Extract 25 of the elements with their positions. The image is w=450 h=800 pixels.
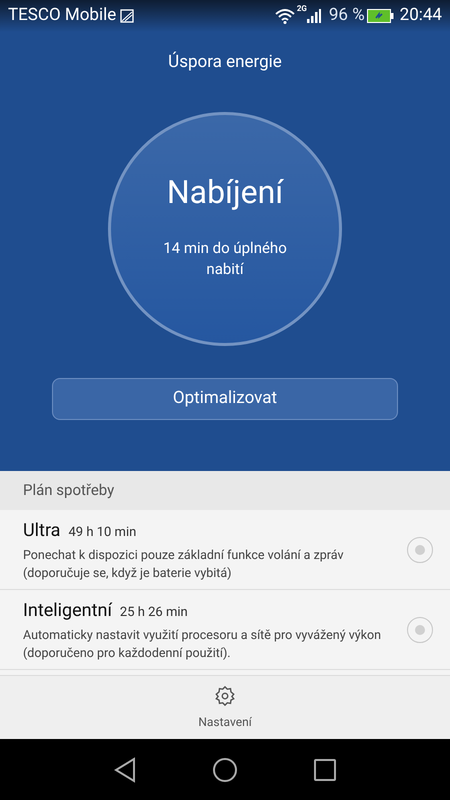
recent-apps-icon[interactable] <box>314 758 336 780</box>
back-icon[interactable] <box>114 756 136 782</box>
network-type: 2G <box>296 3 307 15</box>
status-heading: Nabíjení <box>166 172 284 212</box>
optimize-button[interactable]: Optimalizovat <box>52 378 398 420</box>
image-icon <box>120 9 134 23</box>
radio-button[interactable] <box>407 536 433 562</box>
status-subtitle: 14 min do úplného nabití <box>162 238 288 280</box>
plan-duration: 25 h 26 min <box>120 604 188 622</box>
plan-name: Ultra <box>23 518 60 542</box>
charging-battery-icon <box>366 9 394 23</box>
settings-icon <box>214 684 236 706</box>
plan-duration: 49 h 10 min <box>68 524 136 542</box>
plan-name: Inteligentní <box>23 598 112 622</box>
signal-icon <box>306 8 321 24</box>
clock-time: 20:44 <box>400 4 442 28</box>
home-icon[interactable] <box>212 756 238 782</box>
carrier-name: TESCO Mobile <box>8 4 116 28</box>
battery-percentage: 96 % <box>328 4 365 28</box>
radio-button[interactable] <box>407 616 433 642</box>
wifi-icon <box>274 8 295 24</box>
plan-description: Ponechat k dispozici pouze základní funkce volání a zpráv (doporučuje se, když je baterie vybitá) <box>23 546 345 582</box>
section-header: Plán spotřeby <box>0 471 450 510</box>
screen-title: Úspora energie <box>168 50 282 74</box>
plan-description: Automaticky nastavit využití procesoru a sítě pro vyvážený výkon (doporučeno pro každodenní použití). <box>23 626 382 662</box>
